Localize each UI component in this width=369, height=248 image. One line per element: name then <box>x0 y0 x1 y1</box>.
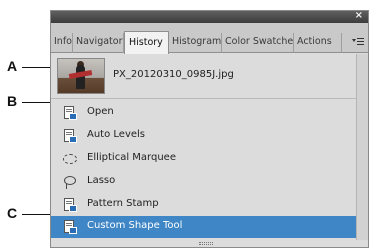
history-step-elliptical-marquee[interactable]: Elliptical Marquee <box>51 148 356 170</box>
photo-thumbnail <box>57 58 105 94</box>
document-icon <box>63 106 77 120</box>
history-step-label: Open <box>87 106 114 117</box>
history-step-label: Custom Shape Tool <box>87 220 183 231</box>
resize-grip[interactable] <box>199 242 213 245</box>
history-step-custom-shape-tool[interactable]: Custom Shape Tool <box>51 216 356 238</box>
callout-b: B <box>7 93 18 109</box>
history-step-pattern-stamp[interactable]: Pattern Stamp <box>51 194 356 216</box>
history-step-lasso[interactable]: Lasso <box>51 171 356 193</box>
history-step-open[interactable]: Open <box>51 102 356 124</box>
tab-navigator[interactable]: Navigator <box>73 33 124 53</box>
history-step-auto-levels[interactable]: Auto Levels <box>51 125 356 147</box>
tab-color-swatches[interactable]: Color Swatches <box>222 33 294 53</box>
tab-history[interactable]: History <box>124 31 169 54</box>
document-icon <box>63 198 77 212</box>
history-step-label: Auto Levels <box>87 129 146 140</box>
history-step-label: Elliptical Marquee <box>87 152 176 163</box>
panel-titlebar[interactable]: × <box>51 10 368 23</box>
document-icon <box>63 129 77 143</box>
history-snapshot[interactable]: PX_20120310_0985J.jpg <box>51 54 356 99</box>
history-scrollbar[interactable] <box>356 54 368 240</box>
tab-actions[interactable]: Actions <box>294 33 342 53</box>
history-step-label: Lasso <box>87 175 116 186</box>
close-icon[interactable]: × <box>355 10 363 22</box>
panel-menu-icon[interactable] <box>352 37 364 47</box>
callout-a: A <box>7 58 18 74</box>
history-step-label: Pattern Stamp <box>87 198 159 209</box>
tab-info[interactable]: Info <box>51 33 73 53</box>
callout-c: C <box>7 205 18 221</box>
document-icon <box>63 220 77 234</box>
elliptical-marquee-icon <box>63 152 77 166</box>
tab-histogram[interactable]: Histogram <box>169 33 222 53</box>
history-list: PX_20120310_0985J.jpg Open Auto Levels E… <box>51 54 356 240</box>
lasso-icon <box>63 175 77 189</box>
history-panel: × Info Navigator History Histogram Color… <box>50 10 369 248</box>
snapshot-label: PX_20120310_0985J.jpg <box>113 69 234 80</box>
panel-tab-bar: Info Navigator History Histogram Color S… <box>51 23 368 54</box>
